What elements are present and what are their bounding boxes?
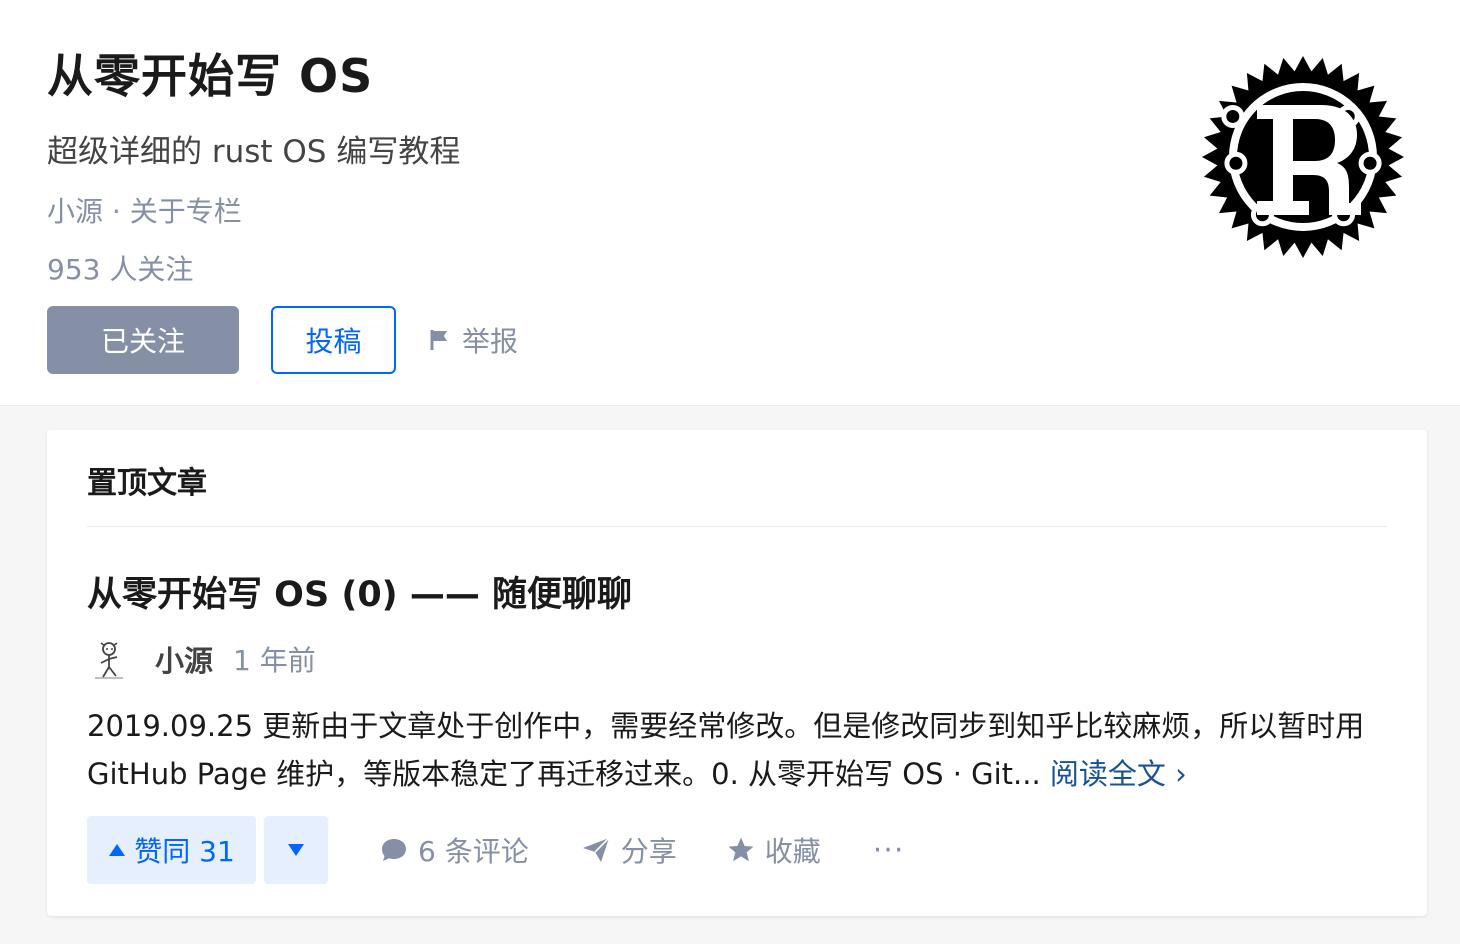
read-more-link[interactable]: 阅读全文 › [1050,757,1187,791]
comment-bubble-icon [382,839,406,861]
article-author-name[interactable]: 小源 [155,638,213,680]
article-excerpt[interactable]: 2019.09.25 更新由于文章处于创作中，需要经常修改。但是修改同步到知乎比… [87,702,1397,798]
rust-logo-icon [1202,56,1404,258]
column-author-link[interactable]: 小源 [47,195,103,228]
comments-label: 6 条评论 [418,835,529,868]
pinned-section-title: 置顶文章 [87,466,207,501]
upvote-button[interactable]: 赞同 31 [87,816,256,884]
article-time: 1 年前 [233,644,316,677]
upvote-label: 赞同 31 [134,835,235,868]
report-button[interactable]: 举报 [428,306,518,374]
downvote-button[interactable] [264,816,328,884]
meta-separator: · [103,195,130,228]
followed-button[interactable]: 已关注 [47,306,239,374]
more-options-button[interactable]: ··· [873,833,905,868]
collect-button[interactable]: 收藏 [727,830,821,870]
triangle-up-icon [109,844,126,856]
divider [87,526,1387,527]
column-title: 从零开始写 OS [47,49,374,103]
article-title[interactable]: 从零开始写 OS (0) —— 随便聊聊 [87,566,632,617]
avatar[interactable] [87,637,131,681]
pinned-articles-card: 置顶文章 从零开始写 OS (0) —— 随便聊聊 小源 1 年前 2019.0… [47,430,1427,916]
share-label: 分享 [620,835,677,868]
follower-count: 953 人关注 [47,253,194,286]
column-meta: 小源 · 关于专栏 [47,190,242,230]
share-button[interactable]: 分享 [581,830,677,870]
comments-button[interactable]: 6 条评论 [380,830,529,870]
article-author-row: 小源 1 年前 [87,634,316,684]
more-options-icon: ··· [872,832,905,868]
star-icon [728,837,754,862]
article-actions: 赞同 31 6 条评论 分享 收藏 ··· [87,816,904,884]
column-description: 超级详细的 rust OS 编写教程 [47,134,461,170]
triangle-down-icon [288,844,304,856]
report-label: 举报 [462,325,519,358]
collect-label: 收藏 [764,835,821,868]
flag-icon [430,330,447,350]
about-column-link[interactable]: 关于专栏 [130,195,242,228]
column-header: 从零开始写 OS 超级详细的 rust OS 编写教程 小源 · 关于专栏 95… [0,0,1460,406]
paper-plane-icon [582,837,610,862]
submit-article-button[interactable]: 投稿 [271,306,396,374]
